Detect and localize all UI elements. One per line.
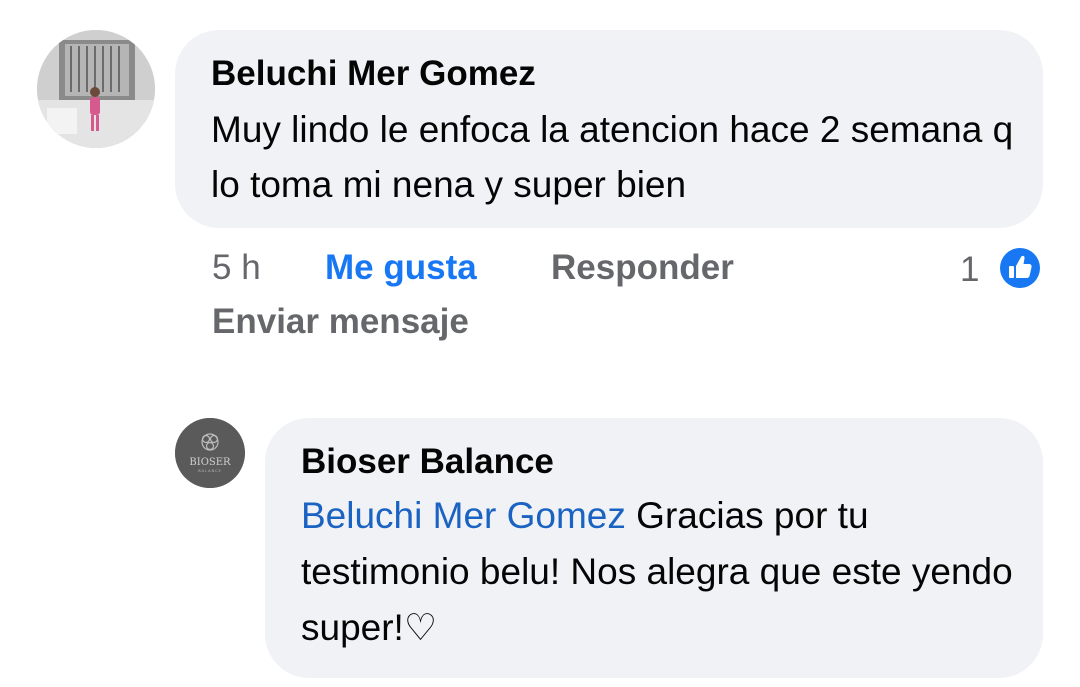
page-avatar[interactable]: BIOSER BALANCE: [175, 418, 245, 488]
bioser-logo: BIOSER BALANCE: [175, 418, 245, 488]
comment-text: Muy lindo le enfoca la atencion hace 2 s…: [211, 109, 1014, 205]
logo-subtext: BALANCE: [198, 469, 222, 473]
user-photo: [37, 30, 155, 148]
send-message-button[interactable]: Enviar mensaje: [212, 302, 469, 342]
mention-link[interactable]: Beluchi Mer Gomez: [301, 495, 626, 536]
comment-bubble: Beluchi Mer Gomez Muy lindo le enfoca la…: [175, 30, 1043, 228]
comment-thread: Beluchi Mer Gomez Muy lindo le enfoca la…: [0, 0, 1080, 687]
reply-text: Beluchi Mer Gomez Gracias por tu testimo…: [301, 488, 1031, 656]
like-icon[interactable]: [996, 244, 1044, 292]
avatar[interactable]: [37, 30, 155, 148]
comment-timestamp[interactable]: 5 h: [212, 248, 261, 288]
reply-author[interactable]: Bioser Balance: [301, 442, 554, 482]
reply-button[interactable]: Responder: [551, 248, 734, 288]
reply-bubble: Bioser Balance Beluchi Mer Gomez Gracias…: [265, 418, 1043, 678]
comment-author[interactable]: Beluchi Mer Gomez: [211, 54, 536, 94]
logo-text: BIOSER: [189, 457, 231, 468]
like-button[interactable]: Me gusta: [325, 248, 477, 288]
thumbs-up-icon: [997, 245, 1043, 291]
reaction-count[interactable]: 1: [960, 250, 979, 290]
